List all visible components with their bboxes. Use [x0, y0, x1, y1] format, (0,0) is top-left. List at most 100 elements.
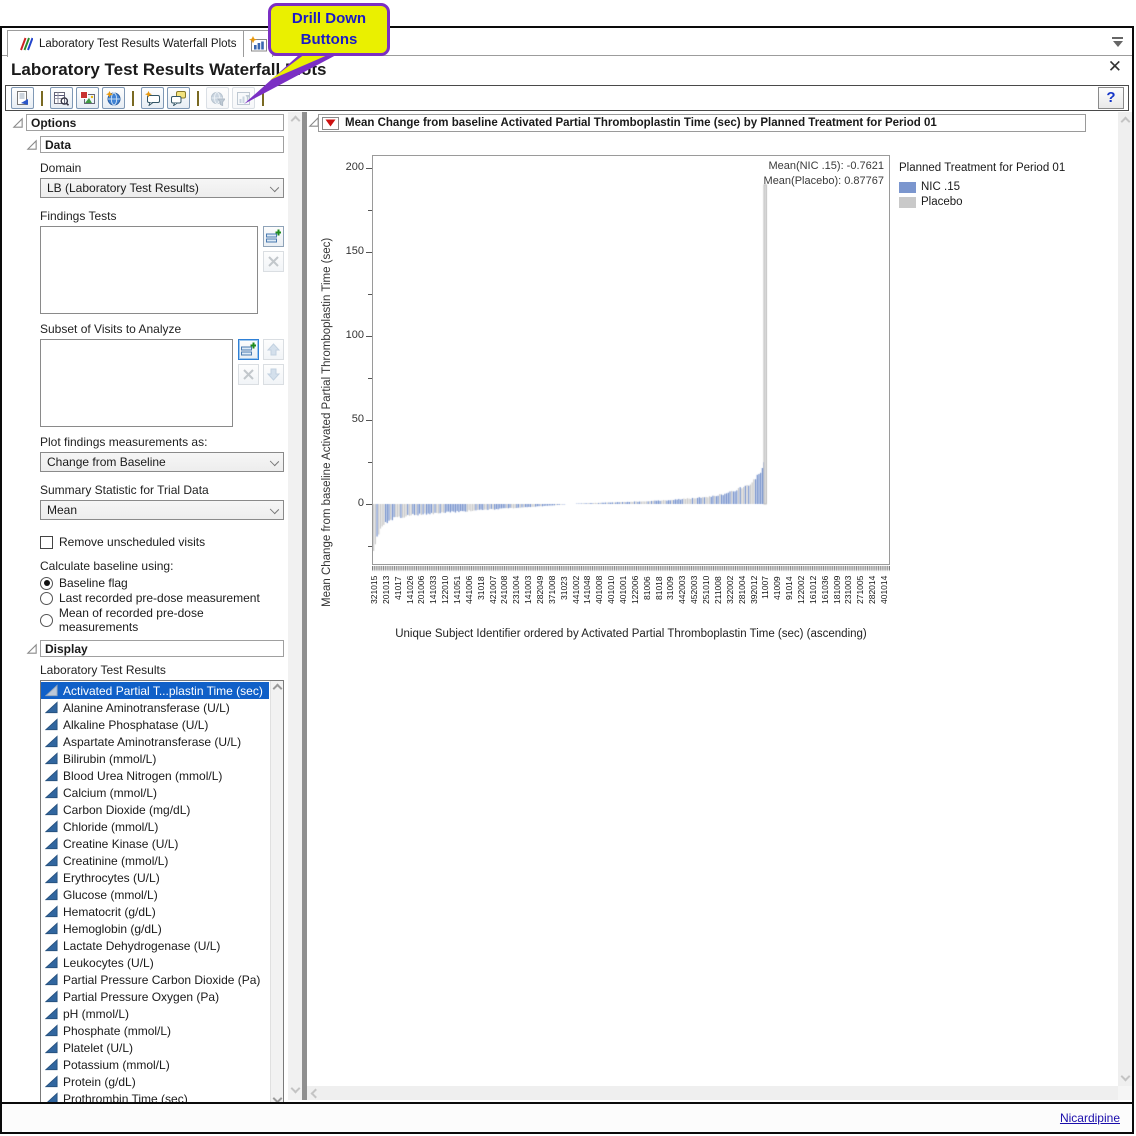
- x-tick-label: 31023: [560, 576, 572, 626]
- arrow-down-icon: [267, 368, 280, 381]
- y-tick-mark: [368, 294, 372, 295]
- collapse-options-icon[interactable]: [12, 117, 24, 129]
- list-item[interactable]: Potassium (mmol/L): [41, 1056, 269, 1073]
- list-item[interactable]: Platelet (U/L): [41, 1039, 269, 1056]
- x-tick-label: 401014: [880, 576, 892, 626]
- legend-entry-placebo[interactable]: Placebo: [899, 196, 1065, 208]
- callout-line2: Buttons: [301, 30, 358, 50]
- list-item[interactable]: Hemoglobin (g/dL): [41, 920, 269, 937]
- list-item[interactable]: Leukocytes (U/L): [41, 954, 269, 971]
- radio-mean-predose[interactable]: [40, 614, 53, 627]
- x-tick-label: 161012: [809, 576, 821, 626]
- x-tick-label: 201013: [382, 576, 394, 626]
- radio-last-predose[interactable]: [40, 592, 53, 605]
- chart-horizontal-scrollbar[interactable]: [307, 1086, 1118, 1100]
- open-data-table-icon[interactable]: [50, 87, 73, 109]
- new-note-icon[interactable]: [141, 87, 164, 109]
- list-item[interactable]: Lactate Dehydrogenase (U/L): [41, 937, 269, 954]
- options-header[interactable]: Options: [26, 114, 284, 131]
- toolbar-separator: [197, 91, 199, 106]
- test-triangle-icon: [45, 1041, 58, 1054]
- test-triangle-icon: [45, 803, 58, 816]
- move-down-button: [263, 364, 284, 385]
- mean-annotation-placebo: Mean(Placebo): 0.87767: [372, 174, 884, 189]
- x-tick-label: 81006: [643, 576, 655, 626]
- list-item[interactable]: Activated Partial T...plastin Time (sec): [41, 682, 269, 699]
- waterfall-bars-canvas[interactable]: [373, 156, 889, 564]
- list-item[interactable]: Partial Pressure Oxygen (Pa): [41, 988, 269, 1005]
- x-tick-label: 281004: [738, 576, 750, 626]
- move-up-button: [263, 339, 284, 360]
- create-report-icon[interactable]: [11, 87, 34, 109]
- legend-label-placebo: Placebo: [921, 196, 963, 208]
- tab-waterfall-plots[interactable]: Laboratory Test Results Waterfall Plots: [7, 30, 247, 57]
- list-item[interactable]: Glucose (mmol/L): [41, 886, 269, 903]
- list-item[interactable]: Creatine Kinase (U/L): [41, 835, 269, 852]
- list-item[interactable]: Blood Urea Nitrogen (mmol/L): [41, 767, 269, 784]
- collapse-display-icon[interactable]: [26, 643, 38, 655]
- plot-as-select[interactable]: Change from Baseline: [40, 452, 284, 472]
- list-item[interactable]: Aspartate Aminotransferase (U/L): [41, 733, 269, 750]
- domain-select[interactable]: LB (Laboratory Test Results): [40, 178, 284, 198]
- chart-title: Mean Change from baseline Activated Part…: [345, 117, 937, 129]
- list-item[interactable]: Carbon Dioxide (mg/dL): [41, 801, 269, 818]
- subset-visits-listbox[interactable]: [40, 339, 233, 427]
- findings-tests-label: Findings Tests: [40, 209, 284, 223]
- toolbar-separator: [41, 91, 43, 106]
- y-tick-label: 50: [336, 413, 364, 425]
- legend-entry-nic[interactable]: NIC .15: [899, 181, 1065, 193]
- radio-baseline-flag[interactable]: [40, 577, 53, 590]
- y-tick-mark: [366, 504, 372, 505]
- list-item[interactable]: Alkaline Phosphatase (U/L): [41, 716, 269, 733]
- plot-as-label: Plot findings measurements as:: [40, 435, 284, 449]
- list-item[interactable]: Partial Pressure Carbon Dioxide (Pa): [41, 971, 269, 988]
- test-triangle-icon: [45, 1058, 58, 1071]
- list-item[interactable]: Hematocrit (g/dL): [41, 903, 269, 920]
- list-scrollbar[interactable]: [270, 681, 283, 1109]
- chart-vertical-scrollbar[interactable]: [1118, 112, 1132, 1086]
- list-item[interactable]: pH (mmol/L): [41, 1005, 269, 1022]
- publish-to-web-icon[interactable]: [102, 87, 125, 109]
- domain-label: Domain: [40, 161, 284, 175]
- red-triangle-menu-icon[interactable]: [322, 117, 339, 130]
- add-visits-button[interactable]: [238, 339, 259, 360]
- x-tick-label: 441006: [465, 576, 477, 626]
- list-item[interactable]: Calcium (mmol/L): [41, 784, 269, 801]
- summary-stat-value: Mean: [47, 503, 77, 517]
- sidebar-scrollbar[interactable]: [288, 112, 302, 1100]
- list-item[interactable]: Erythrocytes (U/L): [41, 869, 269, 886]
- lab-tests-list[interactable]: Activated Partial T...plastin Time (sec)…: [40, 680, 284, 1110]
- y-tick-mark: [366, 336, 372, 337]
- test-triangle-icon: [45, 1075, 58, 1088]
- list-item[interactable]: Phosphate (mmol/L): [41, 1022, 269, 1039]
- x-axis-tick-marks: [372, 566, 890, 574]
- help-icon[interactable]: ?: [1098, 87, 1124, 109]
- list-item[interactable]: Bilirubin (mmol/L): [41, 750, 269, 767]
- data-section-header[interactable]: Data: [40, 136, 284, 153]
- close-icon[interactable]: ✕: [1108, 58, 1122, 75]
- display-section-header[interactable]: Display: [40, 640, 284, 657]
- save-picture-icon[interactable]: [76, 87, 99, 109]
- summary-stat-select[interactable]: Mean: [40, 500, 284, 520]
- view-notes-icon[interactable]: [167, 87, 190, 109]
- chevron-down-icon: [270, 457, 279, 466]
- list-item[interactable]: Creatinine (mmol/L): [41, 852, 269, 869]
- findings-tests-listbox[interactable]: [40, 226, 258, 314]
- x-tick-label: 322002: [726, 576, 738, 626]
- collapse-data-icon[interactable]: [26, 139, 38, 151]
- add-tests-button[interactable]: [263, 226, 284, 247]
- radio-label: Last recorded pre-dose measurement: [59, 591, 260, 605]
- list-item[interactable]: Chloride (mmol/L): [41, 818, 269, 835]
- y-tick-mark: [368, 378, 372, 379]
- list-item[interactable]: Protein (g/dL): [41, 1073, 269, 1090]
- tab-list-caret-icon[interactable]: [1112, 37, 1124, 47]
- remove-tests-button: [263, 251, 284, 272]
- plot-area[interactable]: [372, 155, 890, 565]
- remove-unscheduled-checkbox[interactable]: [40, 536, 53, 549]
- y-axis-label: Mean Change from baseline Activated Part…: [321, 172, 333, 672]
- lab-results-label: Laboratory Test Results: [40, 663, 284, 677]
- list-item[interactable]: Alanine Aminotransferase (U/L): [41, 699, 269, 716]
- toolbar-separator: [132, 91, 134, 106]
- study-link[interactable]: Nicardipine: [1060, 1111, 1120, 1125]
- callout-line1: Drill Down: [292, 9, 366, 29]
